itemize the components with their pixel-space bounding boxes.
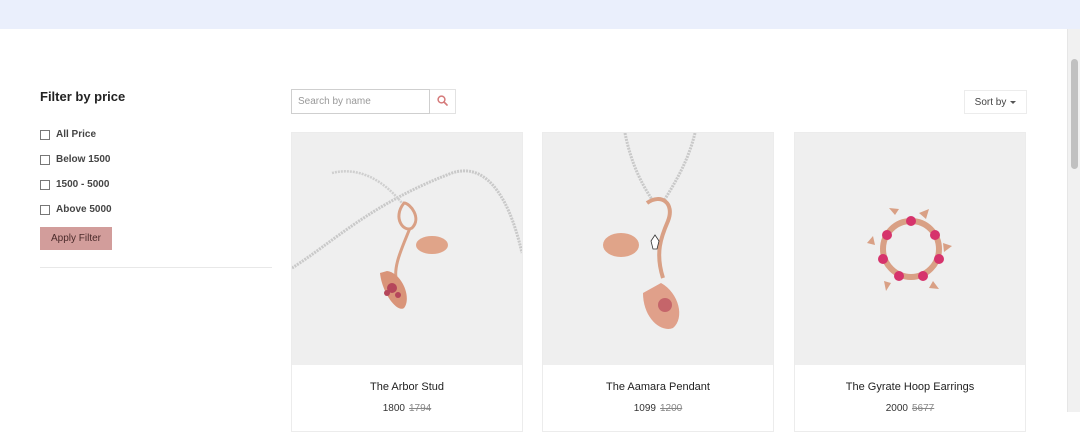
filter-options: All Price Below 1500 1500 - 5000 Above 5… [40, 122, 272, 222]
filter-option-label: Below 1500 [56, 154, 111, 165]
checkbox[interactable] [40, 179, 50, 190]
search-button[interactable] [430, 89, 456, 114]
product-name[interactable]: The Aamara Pendant [543, 381, 773, 393]
current-price: 1800 [382, 403, 405, 414]
product-price: 1800 1794 [292, 403, 522, 414]
product-image[interactable] [543, 133, 773, 365]
product-card[interactable]: The Gyrate Hoop Earrings 2000 5677 [794, 132, 1026, 432]
filter-option-below-1500[interactable]: Below 1500 [40, 147, 272, 172]
scrollbar-thumb[interactable] [1071, 59, 1078, 169]
filter-option-label: Above 5000 [56, 204, 112, 215]
old-price: 5677 [912, 403, 935, 414]
divider [40, 267, 272, 268]
old-price: 1200 [660, 403, 683, 414]
chevron-down-icon [1010, 100, 1017, 104]
product-image[interactable] [795, 133, 1025, 365]
product-card[interactable]: The Arbor Stud 1800 1794 [291, 132, 523, 432]
sort-label: Sort by [974, 96, 1007, 108]
filter-option-1500-5000[interactable]: 1500 - 5000 [40, 172, 272, 197]
checkbox[interactable] [40, 129, 50, 140]
product-name[interactable]: The Gyrate Hoop Earrings [795, 381, 1025, 393]
sort-dropdown[interactable]: Sort by [964, 90, 1027, 114]
page-scrollbar[interactable] [1067, 29, 1080, 412]
product-name[interactable]: The Arbor Stud [292, 381, 522, 393]
current-price: 1099 [633, 403, 656, 414]
search-icon [437, 94, 448, 109]
filter-option-label: All Price [56, 129, 97, 140]
hand-cursor-icon [650, 234, 660, 250]
filter-option-all-price[interactable]: All Price [40, 122, 272, 147]
old-price: 1794 [409, 403, 432, 414]
current-price: 2000 [885, 403, 908, 414]
apply-filter-button[interactable]: Apply Filter [40, 227, 112, 250]
search-input[interactable] [291, 89, 430, 114]
product-price: 1099 1200 [543, 403, 773, 414]
product-image[interactable] [292, 133, 522, 365]
top-banner [0, 0, 1080, 29]
checkbox[interactable] [40, 154, 50, 165]
price-filter-sidebar: Filter by price All Price Below 1500 150… [40, 88, 272, 268]
product-card[interactable]: The Aamara Pendant 1099 1200 [542, 132, 774, 432]
filter-title: Filter by price [40, 89, 126, 104]
search-bar [291, 89, 456, 114]
filter-option-above-5000[interactable]: Above 5000 [40, 197, 272, 222]
filter-option-label: 1500 - 5000 [56, 179, 110, 190]
product-price: 2000 5677 [795, 403, 1025, 414]
checkbox[interactable] [40, 204, 50, 215]
